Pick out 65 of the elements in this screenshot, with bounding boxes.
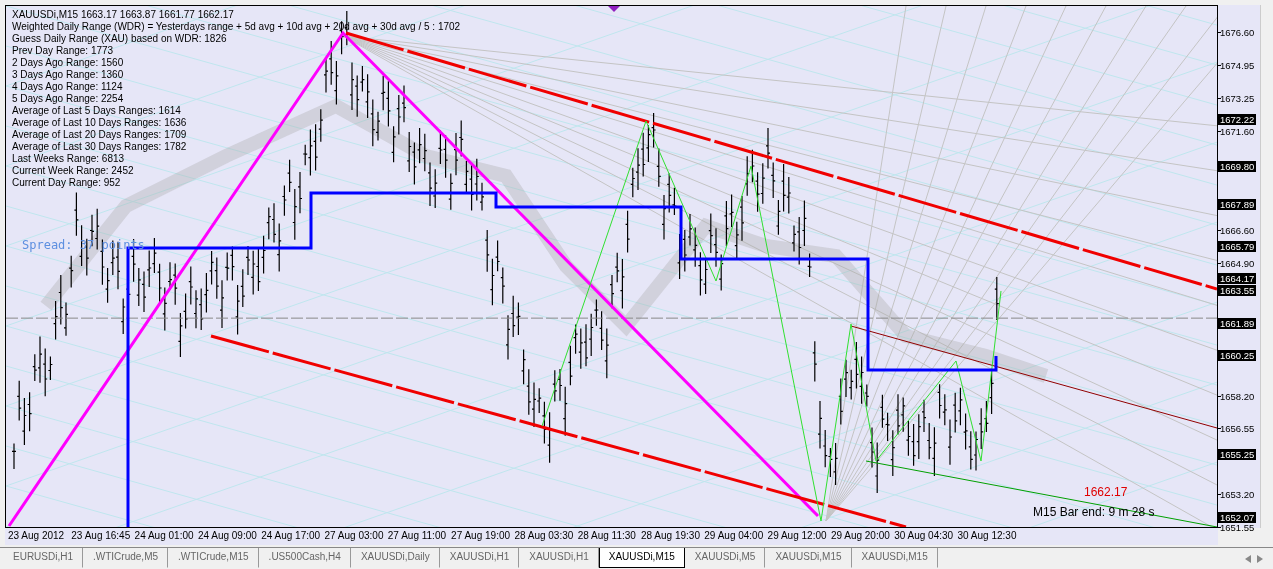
date-label: 28 Aug 03:30 [514, 530, 574, 542]
date-label: 30 Aug 04:30 [894, 530, 954, 542]
date-label: 28 Aug 11:30 [577, 530, 636, 542]
date-label: 29 Aug 04:00 [704, 530, 764, 542]
date-label: 23 Aug 16:45 [71, 530, 131, 542]
chart-tab[interactable]: XAUUSDi,Daily [350, 548, 440, 568]
indicator-text: Prev Day Range: 1773 [12, 45, 115, 57]
price-marker: 1664.17 [1218, 272, 1257, 284]
indicator-text: 4 Days Ago Range: 1124 [12, 81, 124, 93]
price-marker: 1667.89 [1218, 199, 1257, 211]
marker-icon [608, 6, 620, 12]
chart-tab[interactable]: XAUUSDi,M15 [598, 548, 685, 568]
current-price: 1662.17 [1084, 485, 1128, 499]
price-marker: 1661.89 [1218, 317, 1257, 329]
chart-tab[interactable]: XAUUSDi,H1 [439, 548, 520, 568]
chart-tab[interactable]: EURUSDi,H1 [3, 548, 83, 568]
indicator-text: Average of Last 30 Days Ranges: 1782 [12, 141, 188, 153]
date-label: 28 Aug 19:30 [641, 530, 700, 542]
price-label: 1651.55 [1220, 522, 1255, 533]
price-marker: 1660.25 [1218, 350, 1257, 362]
indicator-text: Current Week Range: 2452 [12, 165, 135, 177]
price-label: 1664.90 [1220, 258, 1255, 270]
price-label: 1656.55 [1220, 423, 1255, 435]
price-label: 1673.25 [1220, 93, 1255, 105]
date-label: 27 Aug 03:00 [324, 530, 384, 542]
date-label: 29 Aug 12:00 [767, 530, 827, 542]
chart-tab[interactable]: XAUUSDi,M15 [765, 548, 852, 568]
indicator-text: Average of Last 10 Days Ranges: 1636 [12, 117, 188, 129]
price-label: 1658.20 [1220, 390, 1255, 402]
chart-tab[interactable]: XAUUSDi,H1 [519, 548, 599, 568]
price-label: 1666.60 [1220, 224, 1255, 236]
price-marker: 1669.80 [1218, 161, 1257, 173]
scroll-right-icon[interactable] [1257, 555, 1263, 563]
date-label: 27 Aug 19:00 [451, 530, 511, 542]
indicator-text: Guess Daily Range (XAU) based on WDR: 1826 [12, 33, 228, 45]
price-label: 1676.60 [1220, 27, 1255, 38]
price-label: 1674.95 [1220, 59, 1255, 71]
date-label: 30 Aug 12:30 [957, 530, 1017, 542]
indicator-text: 3 Days Ago Range: 1360 [12, 69, 125, 81]
date-label: 29 Aug 20:00 [830, 530, 890, 542]
scroll-left-icon[interactable] [1245, 555, 1251, 563]
indicator-text: Average of Last 20 Days Ranges: 1709 [12, 129, 188, 141]
indicator-text: Current Day Range: 952 [12, 177, 122, 189]
price-marker: 1655.25 [1218, 448, 1257, 460]
indicator-text: 2 Days Ago Range: 1560 [12, 57, 125, 69]
indicator-text: Average of Last 5 Days Ranges: 1614 [12, 105, 182, 117]
price-marker: 1663.55 [1218, 284, 1257, 296]
price-marker: 1652.07 [1218, 511, 1257, 523]
price-marker: 1672.22 [1218, 113, 1257, 125]
date-label: 24 Aug 17:00 [261, 530, 321, 542]
chart-tab[interactable]: XAUUSDi,M15 [851, 548, 938, 568]
chart-tab[interactable]: .WTICrude,M5 [83, 548, 169, 568]
indicator-text: 5 Days Ago Range: 2254 [12, 93, 125, 105]
indicator-text: XAUUSDi,M15 1663.17 1663.87 1661.77 1662.17 [12, 9, 235, 21]
chart-tab[interactable]: XAUUSDi,M5 [684, 548, 766, 568]
price-label: 1671.60 [1220, 125, 1255, 137]
date-label: 27 Aug 11:00 [387, 530, 446, 542]
date-label: 24 Aug 01:00 [134, 530, 194, 542]
price-label: 1653.20 [1220, 489, 1255, 501]
price-marker: 1665.79 [1218, 240, 1257, 252]
indicator-text: Last Weeks Range: 6813 [12, 153, 126, 165]
date-label: 23 Aug 2012 [8, 530, 65, 542]
chart-tab[interactable]: .WTICrude,M15 [168, 548, 259, 568]
date-label: 24 Aug 09:00 [197, 530, 257, 542]
chart-tab[interactable]: .US500Cash,H4 [258, 548, 351, 568]
